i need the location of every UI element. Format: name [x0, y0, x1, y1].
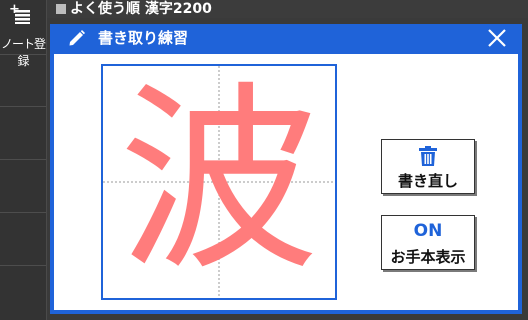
show-model-toggle-button[interactable]: ON お手本表示	[381, 215, 475, 270]
dialog-header: 書き取り練習	[50, 24, 522, 52]
writing-practice-dialog: 書き取り練習 波 書き直し ON お手本表示	[50, 24, 522, 314]
note-add-icon	[15, 10, 30, 24]
show-model-label: お手本表示	[390, 248, 466, 266]
note-register-label: ノート登録	[0, 37, 46, 68]
sidebar-divider	[0, 159, 46, 160]
pencil-icon	[69, 30, 85, 46]
close-icon[interactable]	[486, 27, 508, 49]
rewrite-button[interactable]: 書き直し	[381, 139, 475, 194]
dialog-title: 書き取り練習	[98, 29, 189, 47]
sidebar-divider	[0, 265, 46, 266]
sidebar-divider	[0, 54, 46, 55]
sidebar-divider	[0, 106, 46, 107]
toggle-state: ON	[413, 221, 443, 241]
list-title: よく使う順 漢字2200	[70, 1, 212, 17]
rewrite-label: 書き直し	[397, 172, 458, 190]
model-kanji: 波	[118, 65, 319, 298]
trash-icon	[419, 146, 437, 166]
dialog-body: 波 書き直し ON お手本表示	[54, 54, 518, 310]
sidebar: + ノート登録	[0, 0, 47, 320]
sidebar-divider	[0, 212, 46, 213]
list-marker-icon	[56, 4, 66, 14]
top-bar: よく使う順 漢字2200	[47, 0, 528, 18]
writing-canvas[interactable]: 波	[101, 64, 337, 300]
note-register-button[interactable]: + ノート登録	[0, 0, 46, 68]
